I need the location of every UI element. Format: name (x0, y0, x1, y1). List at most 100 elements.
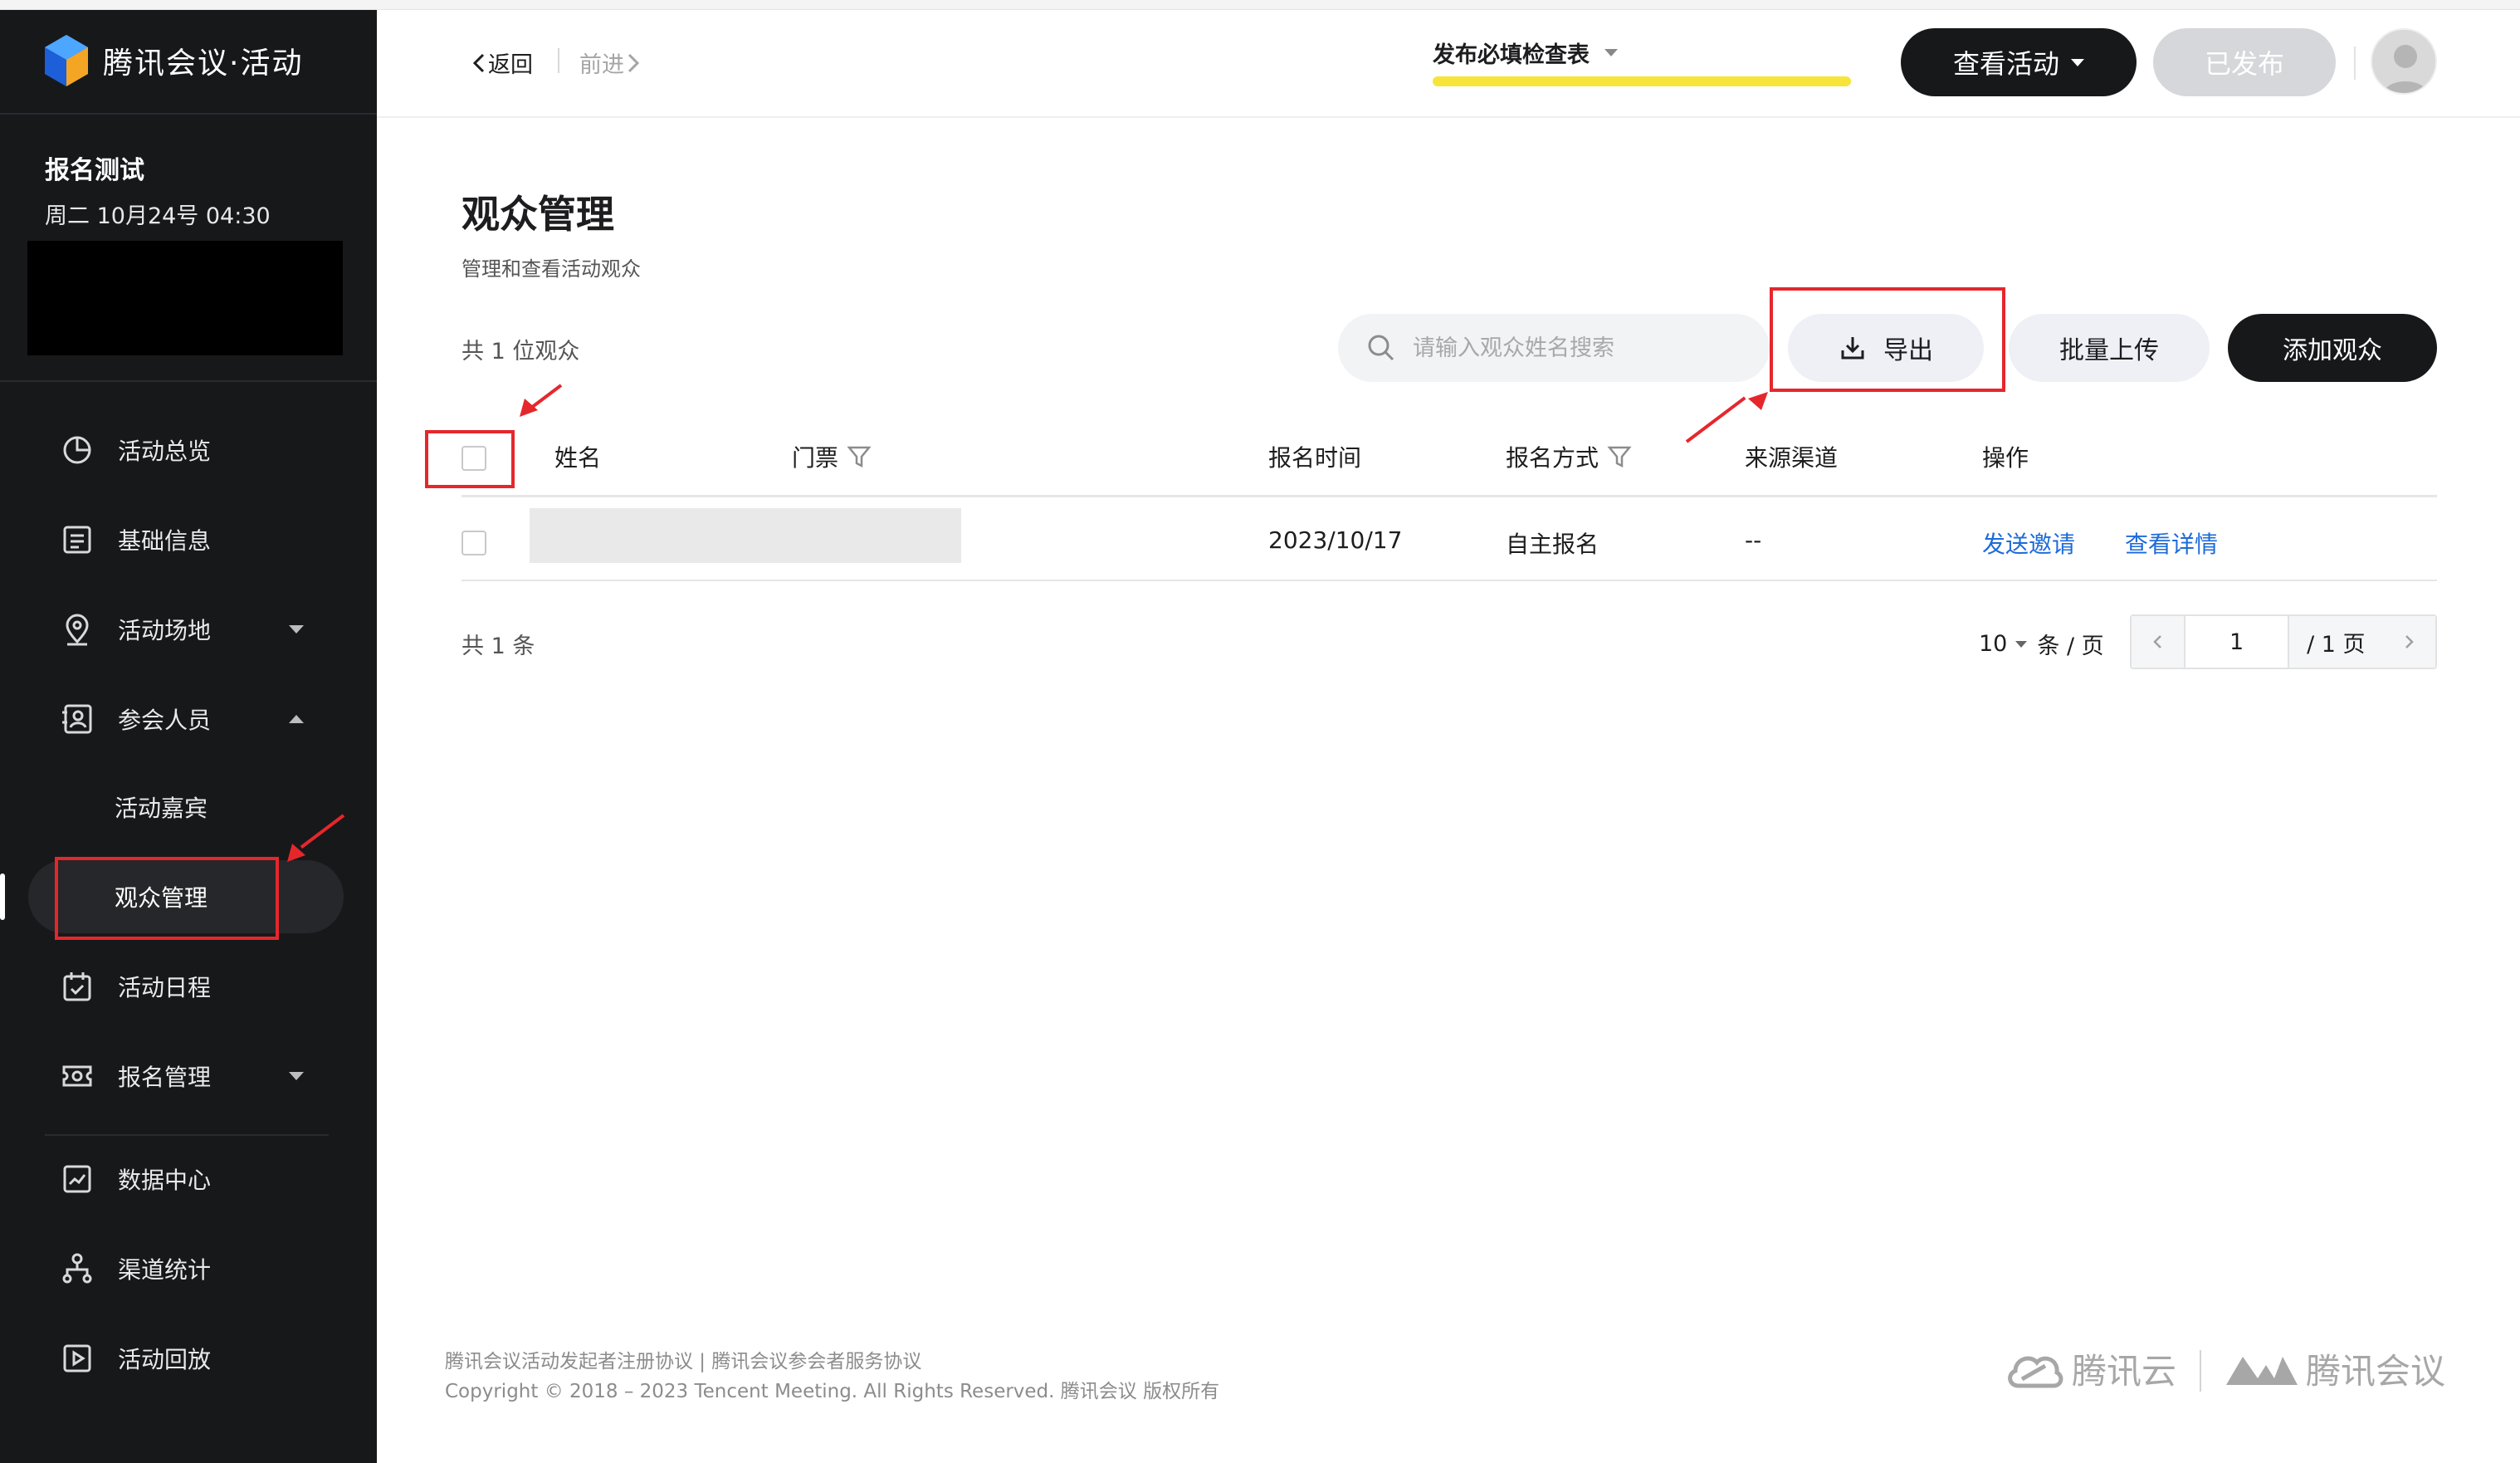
hierarchy-icon (60, 1251, 95, 1286)
chevron-down-icon (2071, 58, 2084, 66)
publish-checklist-dropdown[interactable]: 发布必填检查表 (1433, 37, 1618, 69)
annotation-arrowhead (1748, 392, 1768, 410)
sidebar-item-venue[interactable]: 活动场地 (0, 591, 377, 668)
cell-source: -- (1745, 526, 1762, 554)
filter-icon[interactable] (847, 444, 872, 469)
event-name: 报名测试 (45, 156, 144, 185)
total-count: 共 1 条 (462, 634, 535, 659)
column-label: 报名方式 (1506, 444, 1599, 472)
row-checkbox[interactable] (462, 531, 486, 555)
forward-button[interactable]: 前进 (579, 46, 642, 79)
sidebar-item-label: 活动嘉宾 (115, 795, 208, 822)
sidebar-item-label: 活动总览 (118, 438, 212, 465)
footer-copyright: Copyright © 2018 – 2023 Tencent Meeting.… (445, 1381, 1220, 1402)
annotation-highlight-box (1770, 287, 2005, 392)
column-header-name: 姓名 (554, 440, 601, 473)
add-audience-button[interactable]: 添加观众 (2228, 314, 2437, 382)
sidebar-item-overview[interactable]: 活动总览 (0, 412, 377, 488)
column-label: 操作 (1982, 444, 2029, 472)
table-row-divider (462, 580, 2437, 581)
sidebar: 腾讯会议·活动 报名测试 周二 10月24号 04:30 活动总览 基础信息 活… (0, 10, 377, 1463)
sidebar-item-label: 数据中心 (118, 1167, 212, 1194)
page-size-unit: 条 / 页 (2037, 634, 2104, 659)
footer-brand-separator (2200, 1350, 2201, 1392)
page-number-input[interactable]: 1 (2184, 616, 2289, 668)
prev-page-button[interactable] (2132, 616, 2185, 668)
filter-icon[interactable] (1607, 444, 1632, 469)
chevron-left-icon (472, 53, 485, 72)
forward-label: 前进 (579, 52, 624, 78)
footer-agreement-links[interactable]: 腾讯会议活动发起者注册协议 | 腾讯会议参会者服务协议 (445, 1345, 921, 1373)
sidebar-item-label: 参会人员 (118, 707, 212, 734)
play-box-icon (60, 1341, 95, 1376)
chevron-up-icon (289, 715, 304, 723)
sidebar-divider (0, 380, 377, 382)
page-size-select[interactable]: 10 条 / 页 (1979, 628, 2104, 660)
chevron-down-icon (2015, 640, 2028, 648)
event-time: 周二 10月24号 04:30 (45, 203, 271, 229)
chevron-right-icon (628, 53, 640, 72)
annotation-arrowhead (520, 399, 538, 417)
sidebar-item-label: 渠道统计 (118, 1256, 212, 1284)
location-pin-icon (60, 612, 95, 647)
document-list-icon (60, 522, 95, 557)
sidebar-item-label: 活动日程 (118, 974, 212, 1001)
sidebar-item-replay[interactable]: 活动回放 (0, 1320, 377, 1397)
batch-upload-button[interactable]: 批量上传 (2009, 314, 2210, 382)
view-event-button[interactable]: 查看活动 (1901, 28, 2137, 96)
send-invite-link[interactable]: 发送邀请 (1982, 526, 2075, 560)
next-page-button[interactable] (2382, 616, 2435, 668)
window-top-strip (0, 0, 2520, 10)
total-pages: / 1 页 (2288, 616, 2383, 668)
published-button[interactable]: 已发布 (2153, 28, 2336, 96)
column-label: 来源渠道 (1745, 444, 1839, 472)
chevron-down-icon (1604, 49, 1618, 56)
annotation-highlight-box (55, 857, 279, 940)
search-input[interactable] (1413, 335, 1745, 361)
annotation-arrowhead (287, 844, 305, 862)
sidebar-item-label: 活动场地 (118, 617, 212, 644)
view-details-link[interactable]: 查看详情 (2125, 526, 2218, 560)
brand-meeting-label: 腾讯会议 (2306, 1351, 2446, 1392)
calendar-check-icon (60, 969, 95, 1004)
checklist-label: 发布必填检查表 (1433, 42, 1590, 68)
user-silhouette-icon (2383, 45, 2428, 93)
sidebar-item-data-center[interactable]: 数据中心 (0, 1141, 377, 1217)
avatar[interactable] (2371, 28, 2437, 95)
sidebar-item-label: 报名管理 (118, 1064, 212, 1091)
pagination-control: 1 / 1 页 (2130, 614, 2437, 669)
page-title: 观众管理 (462, 192, 614, 237)
sidebar-item-attendees[interactable]: 参会人员 (0, 681, 377, 757)
search-icon (1368, 335, 1394, 361)
sidebar-item-label: 活动回放 (118, 1346, 212, 1373)
checklist-progress-bar (1433, 76, 1851, 86)
tencent-cloud-brand: 腾讯云 (2004, 1343, 2176, 1394)
annotation-arrow (1685, 396, 1746, 443)
chevron-down-icon (289, 625, 304, 634)
page-size-value: 10 (1979, 631, 2008, 657)
name-cell-redacted (530, 508, 961, 563)
sidebar-item-basic-info[interactable]: 基础信息 (0, 502, 377, 578)
table-header-divider (462, 495, 2437, 497)
column-header-actions: 操作 (1982, 440, 2029, 473)
column-label: 门票 (792, 444, 839, 472)
search-box[interactable] (1338, 314, 1770, 382)
column-header-signup-method: 报名方式 (1506, 440, 1632, 473)
sidebar-item-registration[interactable]: 报名管理 (0, 1038, 377, 1114)
app-title: 腾讯会议·活动 (103, 46, 304, 81)
header-divider (377, 116, 2520, 118)
sidebar-item-channel-stats[interactable]: 渠道统计 (0, 1231, 377, 1307)
chevron-down-icon (289, 1072, 304, 1080)
sidebar-divider (0, 113, 377, 115)
view-event-label: 查看活动 (1952, 48, 2059, 80)
cell-signup-method: 自主报名 (1506, 531, 1599, 558)
published-label: 已发布 (2204, 48, 2284, 80)
meeting-logo-icon (2226, 1356, 2298, 1385)
sidebar-item-schedule[interactable]: 活动日程 (0, 948, 377, 1025)
back-button[interactable]: 返回 (470, 46, 533, 79)
column-header-ticket: 门票 (792, 440, 872, 473)
batch-upload-label: 批量上传 (2059, 336, 2159, 365)
column-label: 报名时间 (1268, 444, 1362, 472)
nav-separator (558, 48, 559, 73)
app-logo[interactable]: 腾讯会议·活动 (43, 32, 303, 90)
